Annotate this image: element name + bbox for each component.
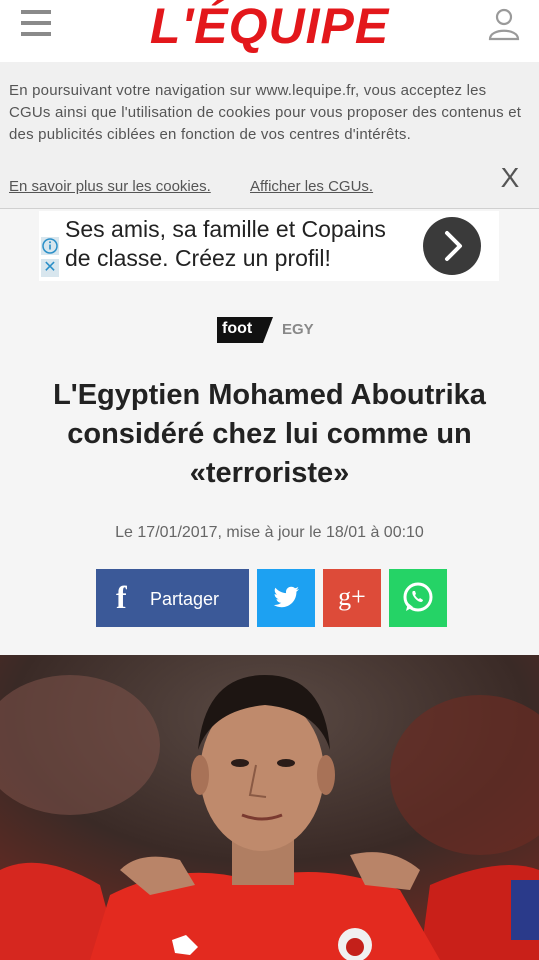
googleplus-share-button[interactable]: g+ xyxy=(323,569,381,627)
site-logo[interactable]: L'ÉQUIPE xyxy=(0,0,539,56)
cookie-banner-close-button[interactable]: X xyxy=(496,162,524,194)
user-account-icon[interactable] xyxy=(486,6,522,42)
googleplus-icon: g+ xyxy=(338,582,366,611)
info-icon[interactable] xyxy=(41,237,59,255)
chevron-right-icon[interactable] xyxy=(423,217,481,275)
cookie-banner-text: En poursuivant votre navigation sur www.… xyxy=(9,82,522,143)
cookies-info-link[interactable]: En savoir plus sur les cookies. xyxy=(9,178,211,195)
twitter-share-button[interactable] xyxy=(257,569,315,627)
facebook-share-label: Partager xyxy=(150,589,220,609)
article-date: Le 17/01/2017, mise à jour le 18/01 à 00… xyxy=(115,524,424,541)
article-tags: foot EGY xyxy=(0,317,539,343)
article-photo xyxy=(0,655,539,960)
facebook-share-button[interactable]: f Partager xyxy=(96,569,249,627)
article-title: L'Egyptien Mohamed Aboutrika considéré c… xyxy=(53,379,486,489)
tag-sport[interactable]: foot xyxy=(222,320,252,338)
twitter-icon xyxy=(273,586,299,608)
whatsapp-icon xyxy=(403,582,433,612)
cgu-link[interactable]: Afficher les CGUs. xyxy=(250,178,373,195)
facebook-icon: f xyxy=(116,579,127,615)
cookie-banner: En poursuivant votre navigation sur www.… xyxy=(0,62,539,209)
whatsapp-share-button[interactable] xyxy=(389,569,447,627)
tag-country[interactable]: EGY xyxy=(282,321,314,338)
ad-banner[interactable]: ✕ Ses amis, sa famille et Copains de cla… xyxy=(39,211,499,281)
close-icon[interactable]: ✕ xyxy=(41,259,59,277)
ad-text[interactable]: Ses amis, sa famille et Copains de class… xyxy=(65,215,405,273)
top-header: L'ÉQUIPE xyxy=(0,0,539,62)
